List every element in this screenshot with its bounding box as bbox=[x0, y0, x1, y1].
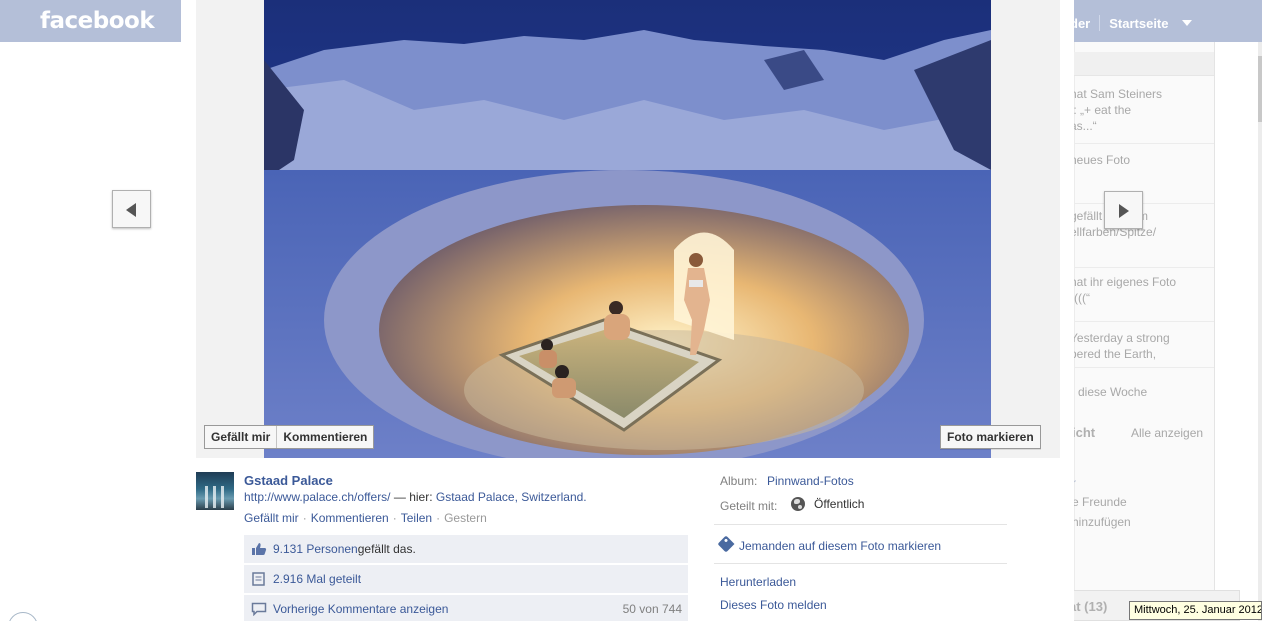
avatar-detail bbox=[205, 486, 208, 508]
likes-suffix: gefällt das. bbox=[357, 542, 416, 556]
photo-igloo-hot-tub bbox=[264, 0, 991, 458]
action-share-link[interactable]: Teilen bbox=[401, 511, 432, 525]
ticker-item[interactable]: hat Sam Steiners t: „+ eat the as...“ bbox=[1070, 84, 1214, 144]
thumbs-up-icon bbox=[251, 542, 267, 556]
ticker-text: as...“ bbox=[1070, 119, 1097, 133]
action-like-link[interactable]: Gefällt mir bbox=[244, 511, 299, 525]
comment-bubble-icon bbox=[251, 602, 267, 617]
top-nav: der Startseite bbox=[1070, 15, 1193, 31]
download-link[interactable]: Herunterladen bbox=[720, 575, 796, 589]
arrow-left-icon bbox=[126, 203, 136, 217]
ticker-text: Yesterday a strong bbox=[1070, 331, 1170, 345]
audience-value[interactable]: Öffentlich bbox=[814, 497, 864, 511]
nav-divider bbox=[1099, 15, 1101, 31]
ticker-text: pered the Earth, bbox=[1070, 347, 1157, 361]
photo-action-buttons: Gefällt mir Kommentieren bbox=[204, 425, 375, 449]
photo-caption: http://www.palace.ch/offers/ — hier: Gst… bbox=[244, 490, 587, 504]
shared-with-label: Geteilt mit: bbox=[720, 499, 778, 513]
tag-photo-button[interactable]: Foto markieren bbox=[940, 425, 1041, 449]
this-week-link[interactable]: diese Woche bbox=[1078, 385, 1147, 399]
account-menu-caret-icon[interactable] bbox=[1182, 20, 1193, 26]
likes-row: 9.131 Personen gefällt das. bbox=[244, 535, 688, 563]
comment-button[interactable]: Kommentieren bbox=[276, 426, 373, 448]
shares-row: 2.916 Mal geteilt bbox=[244, 565, 688, 593]
arrow-right-icon bbox=[1119, 204, 1129, 218]
divider bbox=[714, 563, 1007, 564]
caption-place-link[interactable]: Gstaad Palace, Switzerland. bbox=[436, 490, 587, 504]
avatar-detail bbox=[221, 486, 224, 508]
ticker-text: t: „+ eat the bbox=[1070, 103, 1132, 117]
globe-icon bbox=[791, 497, 805, 511]
friends-fragment[interactable]: e Freunde bbox=[1072, 495, 1127, 509]
tag-someone-link[interactable]: Jemanden auf diesem Foto markieren bbox=[739, 539, 941, 553]
likes-count-link[interactable]: 9.131 Personen bbox=[273, 542, 358, 556]
previous-photo-button[interactable] bbox=[112, 190, 151, 228]
avatar-detail bbox=[213, 486, 216, 508]
share-icon bbox=[251, 572, 267, 586]
owner-name-link[interactable]: Gstaad Palace bbox=[244, 473, 333, 488]
nav-home-link[interactable]: Startseite bbox=[1109, 16, 1168, 31]
ticker-text: ((((“ bbox=[1070, 291, 1090, 305]
next-photo-button[interactable] bbox=[1104, 191, 1143, 229]
ticker-header bbox=[1074, 52, 1214, 76]
see-all-link[interactable]: Alle anzeigen bbox=[1131, 426, 1203, 440]
ticker-item[interactable]: Yesterday a strong pered the Earth, bbox=[1070, 330, 1214, 368]
photo-image[interactable] bbox=[264, 0, 991, 458]
post-actions: Gefällt mir · Kommentieren · Teilen · Gestern bbox=[244, 511, 487, 525]
timestamp-tooltip: Mittwoch, 25. Januar 2012 bbox=[1129, 601, 1262, 620]
album-label: Album: bbox=[720, 474, 758, 488]
caption-url-link[interactable]: http://www.palace.ch/offers/ bbox=[244, 490, 391, 504]
owner-avatar[interactable] bbox=[196, 472, 234, 510]
ticker-text: neues Foto bbox=[1070, 153, 1131, 167]
comments-row: Vorherige Kommentare anzeigen 50 von 744 bbox=[244, 595, 688, 621]
post-timestamp[interactable]: Gestern bbox=[444, 511, 487, 525]
scrollbar-track[interactable] bbox=[1258, 42, 1262, 621]
ticker-text: hat ihr eigenes Foto bbox=[1070, 275, 1177, 289]
ticker-text: hat Sam Steiners bbox=[1070, 87, 1163, 101]
like-button[interactable]: Gefällt mir bbox=[205, 426, 276, 448]
caption-here-text: — hier: bbox=[390, 490, 436, 504]
previous-comments-link[interactable]: Vorherige Kommentare anzeigen bbox=[273, 602, 448, 616]
shares-count-link[interactable]: 2.916 Mal geteilt bbox=[273, 572, 361, 586]
background-circle-icon bbox=[8, 612, 38, 621]
scrollbar-thumb[interactable] bbox=[1258, 56, 1262, 122]
chat-label[interactable]: at (13) bbox=[1069, 599, 1107, 614]
action-comment-link[interactable]: Kommentieren bbox=[311, 511, 389, 525]
report-photo-link[interactable]: Dieses Foto melden bbox=[720, 598, 827, 612]
comment-count: 50 von 744 bbox=[622, 602, 682, 616]
sidebar-section-title: icht bbox=[1072, 425, 1096, 440]
ticker-item[interactable]: hat ihr eigenes Foto ((((“ bbox=[1070, 274, 1214, 322]
add-fragment[interactable]: hinzufügen bbox=[1072, 515, 1131, 529]
album-link[interactable]: Pinnwand-Fotos bbox=[767, 474, 854, 488]
facebook-logo[interactable]: facebook bbox=[40, 8, 155, 34]
divider bbox=[714, 524, 1007, 525]
